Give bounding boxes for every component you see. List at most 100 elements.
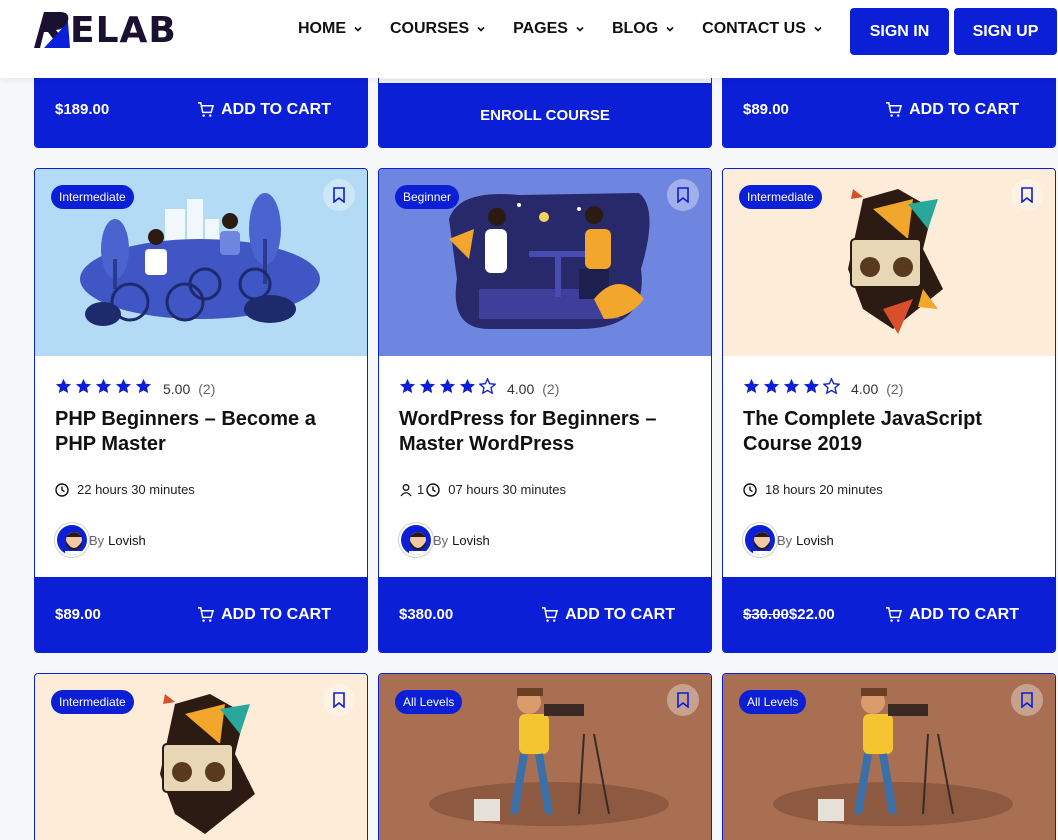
nav-contact-us[interactable]: CONTACT US [702, 20, 822, 38]
course-card[interactable]: All Levels [722, 673, 1056, 840]
add-to-cart-button[interactable]: ADD TO CART [885, 101, 1019, 119]
level-badge: Intermediate [739, 185, 822, 209]
author-name[interactable]: Lovish [452, 533, 490, 548]
level-badge: Intermediate [51, 690, 134, 714]
course-card[interactable]: Intermediate [34, 673, 368, 840]
nav-pages-label: PAGES [513, 20, 568, 37]
course-title[interactable]: PHP Beginners – Become a PHP Master [55, 407, 345, 457]
logo[interactable]: ELAB [30, 8, 177, 52]
star-icon [478, 377, 497, 395]
level-badge: Intermediate [51, 185, 134, 209]
clock-icon [743, 482, 757, 497]
course-author: By Lovish [743, 523, 834, 557]
course-card[interactable]: Intermediate 5.00 (2) PHP Beginners – Be… [34, 168, 368, 653]
nav-pages[interactable]: PAGES [513, 20, 584, 38]
nav-home[interactable]: HOME [298, 20, 362, 38]
nav-contact-label: CONTACT US [702, 20, 806, 37]
add-to-cart-label: ADD TO CART [221, 100, 331, 118]
course-card[interactable]: All Levels [378, 673, 712, 840]
enroll-course-button[interactable]: ENROLL COURSE [399, 107, 691, 124]
add-to-cart-button[interactable]: ADD TO CART [197, 606, 331, 624]
bookmark-icon [1021, 187, 1033, 203]
duration-text: 22 hours 30 minutes [77, 482, 195, 497]
cart-icon [886, 607, 903, 622]
card-footer: $89.00 ADD TO CART [723, 72, 1055, 147]
star-icon [803, 378, 820, 394]
student-count: 1 [417, 482, 425, 497]
course-card[interactable]: Intermediate 4.00 (2) The Complete JavaS… [722, 168, 1056, 653]
avatar [55, 523, 89, 557]
duration-text: 18 hours 20 minutes [765, 482, 883, 497]
chevron-down-icon [477, 26, 485, 32]
star-rating [399, 377, 499, 399]
course-price: $189.00 [55, 101, 110, 118]
nav-courses[interactable]: COURSES [390, 20, 485, 38]
bookmark-button[interactable] [323, 179, 355, 211]
add-to-cart-button[interactable]: ADD TO CART [197, 101, 331, 119]
bookmark-button[interactable] [1011, 179, 1043, 211]
card-footer: $189.00 ADD TO CART [35, 72, 367, 147]
add-to-cart-button[interactable]: ADD TO CART [541, 606, 675, 624]
star-icon [822, 377, 841, 395]
star-icon [135, 378, 152, 394]
course-title[interactable]: WordPress for Beginners – Master WordPre… [399, 407, 689, 457]
nav-home-label: HOME [298, 20, 346, 37]
main-nav: HOME COURSES PAGES BLOG CONTACT US [298, 20, 850, 38]
chevron-down-icon [576, 26, 584, 32]
card-footer: ENROLL COURSE [379, 83, 711, 147]
star-icon [419, 378, 436, 394]
course-price: $89.00 [743, 101, 789, 118]
add-to-cart-label: ADD TO CART [909, 100, 1019, 118]
card-footer: $89.00 ADD TO CART [35, 577, 367, 652]
rating-value: 4.00 [507, 380, 535, 397]
course-author: By Lovish [55, 523, 146, 557]
site-header: ELAB HOME COURSES PAGES BLOG CONTACT US … [0, 0, 1058, 78]
star-icon [95, 378, 112, 394]
user-icon [400, 483, 412, 496]
old-price: $30.00 [743, 606, 789, 623]
bookmark-icon [1021, 692, 1033, 708]
rating: 5.00 (2) [55, 378, 215, 399]
author-name[interactable]: Lovish [108, 533, 146, 548]
clock-icon [55, 482, 69, 497]
level-badge: Beginner [395, 185, 460, 209]
bookmark-icon [333, 692, 345, 708]
add-to-cart-label: ADD TO CART [909, 605, 1019, 623]
course-duration: 18 hours 20 minutes [743, 482, 883, 497]
bookmark-button[interactable] [323, 684, 355, 716]
by-label: By [433, 532, 449, 548]
bookmark-icon [677, 692, 689, 708]
nav-blog-label: BLOG [611, 20, 659, 37]
bookmark-button[interactable] [667, 179, 699, 211]
bookmark-button[interactable] [1011, 684, 1043, 716]
nav-courses-label: COURSES [390, 20, 470, 37]
sign-up-button[interactable]: SIGN UP [954, 8, 1057, 55]
star-icon [763, 378, 780, 394]
star-icon [783, 378, 800, 394]
bookmark-icon [677, 187, 689, 203]
chevron-down-icon [354, 26, 362, 32]
add-to-cart-button[interactable]: ADD TO CART [885, 606, 1019, 624]
course-title[interactable]: The Complete JavaScript Course 2019 [743, 407, 1033, 457]
clock-icon [426, 482, 440, 497]
rating-value: 5.00 [163, 380, 191, 397]
course-price: $89.00 [55, 606, 101, 623]
author-name[interactable]: Lovish [796, 533, 834, 548]
course-price: $380.00 [399, 606, 454, 623]
star-icon [75, 378, 92, 394]
chevron-down-icon [666, 26, 674, 32]
course-author: By Lovish [399, 523, 490, 557]
rating-value: 4.00 [851, 380, 879, 397]
star-icon [115, 378, 132, 394]
card-footer: $30.00$22.00 ADD TO CART [723, 577, 1055, 652]
logo-mark-icon [34, 12, 70, 48]
nav-blog[interactable]: BLOG [612, 20, 674, 38]
add-to-cart-label: ADD TO CART [565, 605, 675, 623]
bookmark-button[interactable] [667, 684, 699, 716]
level-badge: All Levels [739, 690, 807, 714]
course-card[interactable]: Beginner 4.00 (2) WordPress for Beginner… [378, 168, 712, 653]
avatar [743, 523, 777, 557]
sign-in-button[interactable]: SIGN IN [850, 8, 949, 55]
avatar [399, 523, 433, 557]
star-icon [743, 378, 760, 394]
